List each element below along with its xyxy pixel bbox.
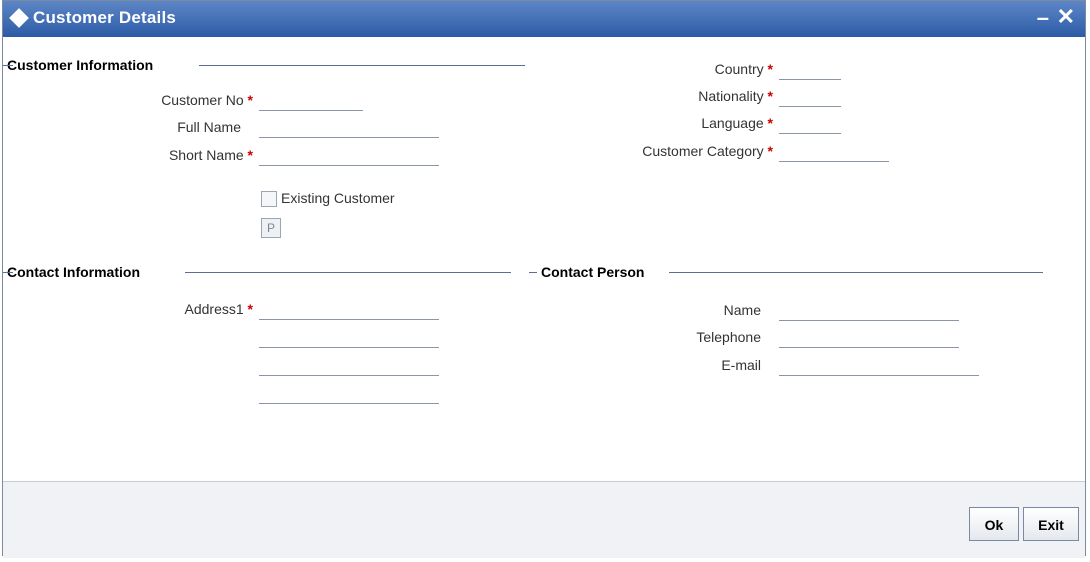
nationality-label-text: Nationality [698,88,764,104]
section-contact-information-title: Contact Information [7,264,140,280]
required-marker: * [767,61,773,77]
language-label: Language * [563,115,773,131]
contact-name-label: Name [723,302,761,318]
section-divider [3,65,13,66]
address1-label: Address1 * [43,301,254,317]
customer-category-input[interactable] [779,143,889,162]
email-input[interactable] [779,357,979,376]
telephone-input[interactable] [779,329,959,348]
short-name-input[interactable] [259,147,439,166]
full-name-input[interactable] [259,119,439,138]
window-title: Customer Details [33,8,177,27]
diamond-icon [9,8,29,28]
section-contact-person-title: Contact Person [541,264,645,280]
existing-customer-label: Existing Customer [281,190,395,206]
country-label: Country * [563,61,773,77]
nationality-label: Nationality * [563,88,773,104]
required-marker: * [767,88,773,104]
country-label-text: Country [714,61,764,77]
required-marker: * [247,147,253,163]
address3-input[interactable] [259,357,439,376]
required-marker: * [247,92,253,108]
short-name-label: Short Name * [43,147,253,163]
existing-customer-checkbox[interactable] [261,191,277,207]
contact-name-input[interactable] [779,302,959,321]
section-divider [669,272,1043,273]
customer-details-window: Customer Details – ✕ Customer Informatio… [2,0,1086,558]
section-divider [185,272,511,273]
customer-no-label: Customer No * [43,92,253,108]
required-marker: * [767,115,773,131]
minimize-icon[interactable]: – [1037,7,1049,29]
address1-label-text: Address1 [184,301,244,317]
section-customer-information: Customer Information [7,57,153,73]
section-divider [199,65,525,66]
footer-bar: Ok Exit [3,481,1085,558]
title-bar: Customer Details – ✕ [3,1,1085,37]
section-contact-person: Contact Person [541,264,644,280]
short-name-label-text: Short Name [168,147,244,163]
required-marker: * [247,301,253,317]
full-name-label: Full Name [177,119,241,135]
email-label: E-mail [721,357,761,373]
customer-no-label-text: Customer No [161,92,244,108]
section-divider [3,272,13,273]
country-input[interactable] [779,61,841,80]
nationality-input[interactable] [779,88,841,107]
section-contact-information: Contact Information [7,264,140,280]
section-customer-information-title: Customer Information [7,57,154,73]
address4-input[interactable] [259,385,439,404]
customer-no-input[interactable] [259,92,363,111]
customer-category-label-text: Customer Category [642,143,764,159]
close-icon[interactable]: ✕ [1057,6,1075,28]
address2-input[interactable] [259,329,439,348]
section-divider [529,272,537,273]
ok-button[interactable]: Ok [969,507,1019,541]
language-input[interactable] [779,115,841,134]
language-label-text: Language [701,115,764,131]
exit-button[interactable]: Exit [1023,507,1079,541]
telephone-label: Telephone [696,329,761,345]
required-marker: * [767,143,773,159]
address1-input[interactable] [259,301,439,320]
customer-category-label: Customer Category * [563,143,773,159]
p-button[interactable]: P [261,218,281,238]
